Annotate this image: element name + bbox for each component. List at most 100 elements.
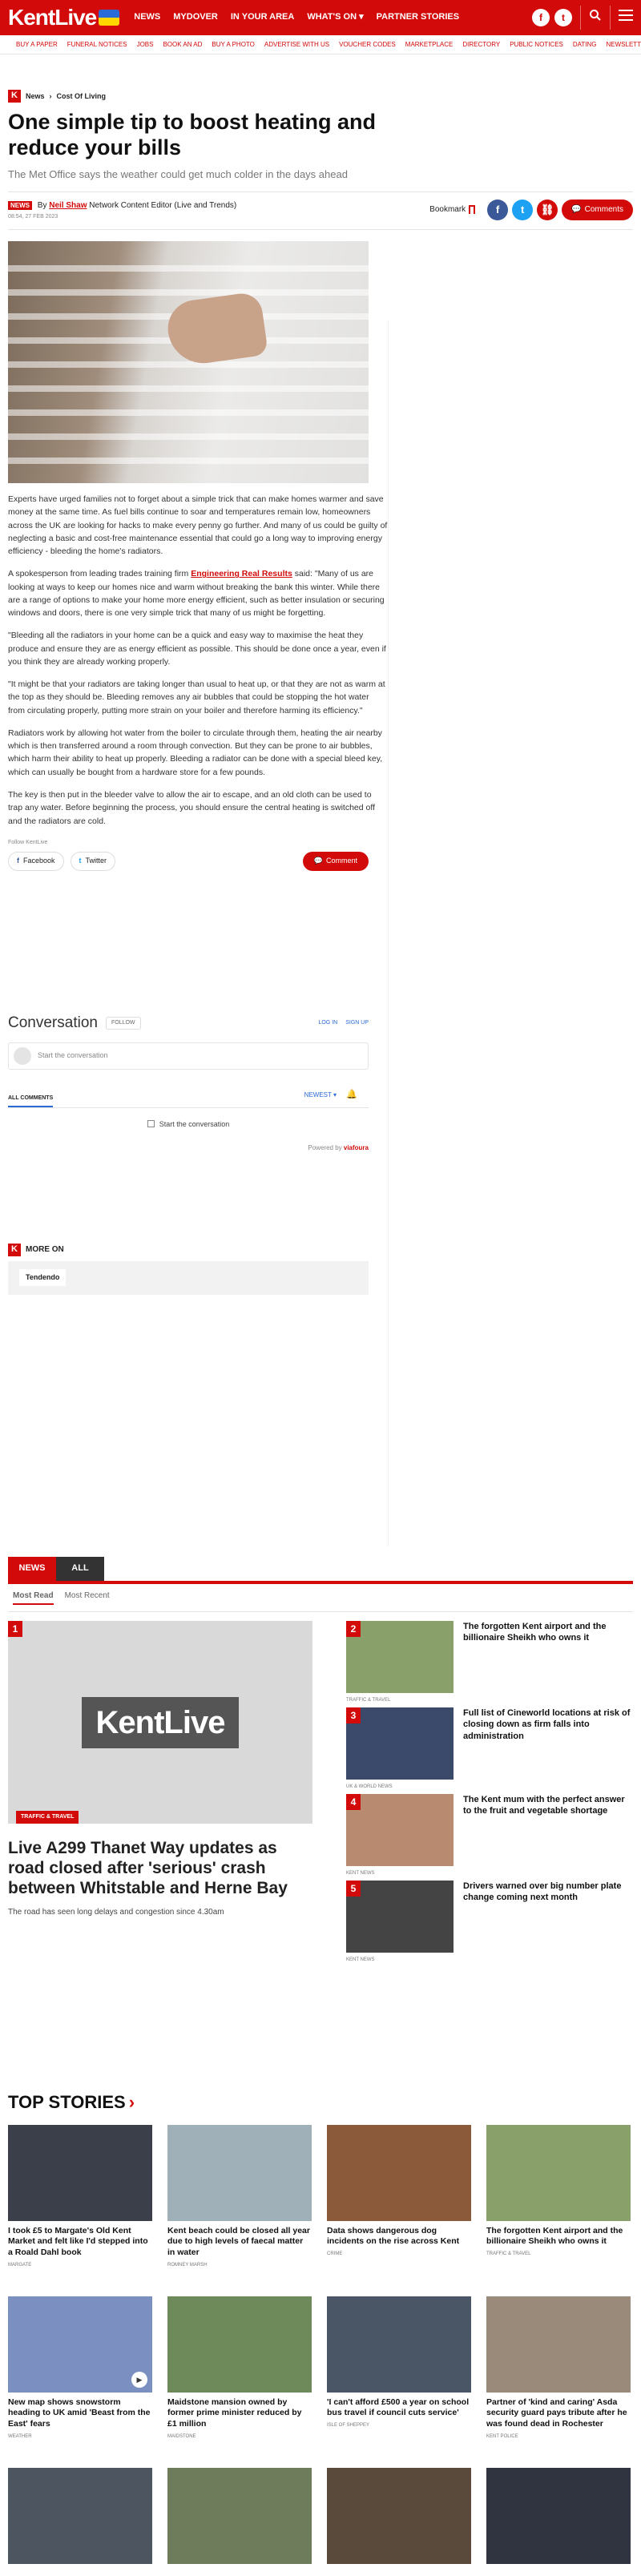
story-headline[interactable]: Kent beach could be closed all year due … (167, 2226, 312, 2259)
top-stories-section: TOP STORIES › I took £5 to Margate's Old… (8, 2090, 633, 2576)
tab-all[interactable]: ALL (56, 1557, 104, 1581)
sub-nav: BUY A PAPER FUNERAL NOTICES JOBS BOOK AN… (0, 35, 641, 54)
subnav-jobs[interactable]: JOBS (137, 40, 154, 49)
story-image (167, 2124, 312, 2221)
subnav-buy-a-photo[interactable]: BUY A PHOTO (212, 40, 255, 49)
story-card[interactable]: ▶ New map shows snowstorm heading to UK a… (8, 2296, 152, 2468)
story-image (327, 2467, 471, 2564)
nav-whats-on[interactable]: WHAT'S ON ▾ (307, 11, 363, 23)
story-headline[interactable]: Maidstone mansion owned by former prime … (167, 2397, 312, 2430)
search-icon[interactable] (589, 9, 602, 26)
headline[interactable]: The Kent mum with the perfect answer to … (463, 1794, 633, 1881)
story-card[interactable] (486, 2467, 631, 2576)
tab-all-comments[interactable]: ALL COMMENTS (8, 1094, 54, 1107)
subnav-directory[interactable]: DIRECTORY (462, 40, 500, 49)
story-card[interactable]: Data shows dangerous dog incidents on th… (327, 2124, 471, 2296)
facebook-icon[interactable]: f (532, 9, 550, 26)
nav-in-your-area[interactable]: IN YOUR AREA (231, 11, 294, 23)
most-read-lead[interactable]: 1 KentLive TRAFFIC & TRAVEL Live A299 Th… (8, 1621, 312, 1918)
story-card[interactable]: Maidstone mansion owned by former prime … (167, 2296, 312, 2468)
follow-twitter-button[interactable]: t Twitter (70, 851, 116, 871)
subtab-most-read[interactable]: Most Read (13, 1590, 54, 1605)
chevron-right-icon: › (128, 2092, 135, 2112)
start-conversation-button[interactable]: Start the conversation (8, 1119, 369, 1130)
rank-badge: 1 (8, 1621, 22, 1637)
story-headline[interactable]: New map shows snowstorm heading to UK am… (8, 2397, 152, 2430)
bell-icon[interactable]: 🔔 (346, 1089, 357, 1101)
list-item[interactable]: 5 Drivers warned over big number plate c… (346, 1881, 633, 1967)
signup-link[interactable]: SIGN UP (345, 1019, 369, 1027)
avatar (14, 1046, 31, 1065)
headline[interactable]: The forgotten Kent airport and the billi… (463, 1621, 633, 1707)
subnav-buy-a-paper[interactable]: BUY A PAPER (16, 40, 58, 49)
story-card[interactable] (8, 2467, 152, 2576)
comments-button[interactable]: 💬 Comments (562, 199, 633, 220)
story-card[interactable]: Partner of 'kind and caring' Asda securi… (486, 2296, 631, 2468)
facebook-share-icon[interactable]: f (487, 199, 509, 220)
twitter-share-icon[interactable]: t (512, 199, 534, 220)
story-card[interactable]: The forgotten Kent airport and the billi… (486, 2124, 631, 2296)
story-card[interactable]: Kent beach could be closed all year due … (167, 2124, 312, 2296)
story-headline[interactable]: Partner of 'kind and caring' Asda securi… (486, 2397, 631, 2430)
story-headline[interactable]: 'I can't afford £500 a year on school bu… (327, 2397, 471, 2419)
nav-mydover[interactable]: MYDOVER (173, 11, 218, 23)
story-category: MAIDSTONE (167, 2433, 196, 2439)
top-stories-title[interactable]: TOP STORIES › (8, 2090, 633, 2115)
subnav-newsletter-signup[interactable]: NEWSLETTER SIGNUP (607, 40, 641, 49)
header-divider (610, 6, 611, 30)
paragraph: Radiators work by allowing hot water fro… (8, 728, 383, 777)
tag-tendendo[interactable]: Tendendo (19, 1269, 67, 1286)
subnav-dating[interactable]: DATING (573, 40, 597, 49)
headline[interactable]: Full list of Cineworld locations at risk… (463, 1707, 633, 1794)
viafoura-logo[interactable]: viafoura (344, 1144, 369, 1151)
lead-headline[interactable]: Live A299 Thanet Way updates as road clo… (8, 1838, 312, 1899)
comment-button[interactable]: 💬 Comment (302, 851, 369, 871)
more-on-header: K MORE ON (8, 1244, 369, 1256)
story-category: TRAFFIC & TRAVEL (486, 2251, 531, 2257)
link-share-icon[interactable]: ⛓ (537, 199, 558, 220)
hand-shape (164, 291, 268, 368)
subnav-funeral-notices[interactable]: FUNERAL NOTICES (67, 40, 127, 49)
nav-partner-stories[interactable]: PARTNER STORIES (377, 11, 460, 23)
subnav-book-an-ad[interactable]: BOOK AN AD (163, 40, 202, 49)
story-headline[interactable]: I took £5 to Margate's Old Kent Market a… (8, 2226, 152, 2259)
kentlive-k-icon: K (8, 1244, 21, 1256)
twitter-icon[interactable]: t (554, 9, 572, 26)
login-link[interactable]: LOG IN (318, 1019, 337, 1027)
most-read-section: NEWS ALL Most Read Most Recent 1 KentLiv… (8, 1557, 633, 1962)
list-item[interactable]: 3 Full list of Cineworld locations at ri… (346, 1707, 633, 1794)
sort-dropdown[interactable]: NEWEST ▾ (304, 1090, 337, 1099)
lead-summary: The road has seen long delays and conges… (8, 1907, 224, 1917)
story-headline[interactable]: The forgotten Kent airport and the billi… (486, 2226, 631, 2247)
top-stories-grid: I took £5 to Margate's Old Kent Market a… (8, 2124, 633, 2576)
story-image (8, 2124, 152, 2221)
menu-icon[interactable] (619, 10, 633, 25)
author-link[interactable]: Neil Shaw (49, 201, 87, 210)
subnav-public-notices[interactable]: PUBLIC NOTICES (510, 40, 563, 49)
breadcrumb-cost-of-living[interactable]: Cost Of Living (57, 91, 107, 102)
subnav-marketplace[interactable]: MARKETPLACE (405, 40, 454, 49)
follow-facebook-button[interactable]: f Facebook (8, 851, 64, 871)
bookmark-button[interactable]: Bookmark (429, 204, 476, 216)
engineering-real-results-link[interactable]: Engineering Real Results (191, 569, 292, 578)
play-icon[interactable]: ▶ (131, 2371, 147, 2388)
subnav-advertise[interactable]: ADVERTISE WITH US (264, 40, 329, 49)
site-logo[interactable]: KentLive (8, 2, 120, 33)
breadcrumb-news[interactable]: News (26, 91, 45, 102)
story-card[interactable] (167, 2467, 312, 2576)
story-card[interactable]: 'I can't afford £500 a year on school bu… (327, 2296, 471, 2468)
headline[interactable]: Drivers warned over big number plate cha… (463, 1881, 633, 1967)
nav-news[interactable]: NEWS (134, 11, 160, 23)
list-item[interactable]: 2 The forgotten Kent airport and the bil… (346, 1621, 633, 1707)
story-headline[interactable]: Data shows dangerous dog incidents on th… (327, 2226, 471, 2247)
conversation-input[interactable]: Start the conversation (8, 1042, 369, 1070)
tab-news[interactable]: NEWS (8, 1557, 56, 1581)
list-item[interactable]: 4 The Kent mum with the perfect answer t… (346, 1794, 633, 1881)
subnav-voucher-codes[interactable]: VOUCHER CODES (339, 40, 396, 49)
story-card[interactable] (327, 2467, 471, 2576)
story-card[interactable]: I took £5 to Margate's Old Kent Market a… (8, 2124, 152, 2296)
follow-conversation-button[interactable]: FOLLOW (105, 1017, 141, 1030)
kentlive-k-icon: K (8, 90, 21, 103)
subtab-most-recent[interactable]: Most Recent (65, 1590, 110, 1605)
story-category: ROMNEY MARSH (167, 2262, 208, 2268)
